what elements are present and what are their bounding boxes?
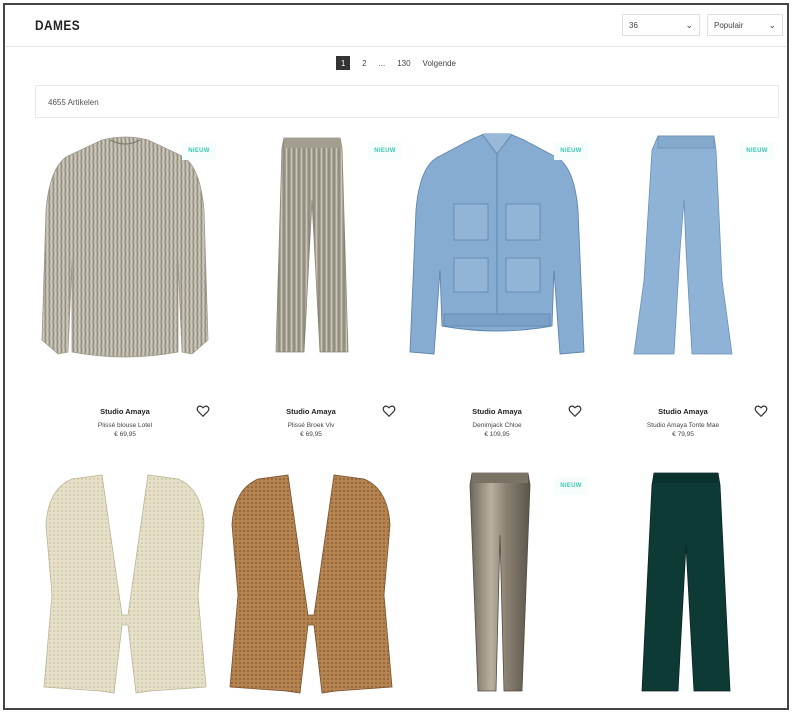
sort-select-value: Populair	[714, 21, 744, 30]
wishlist-heart-icon[interactable]	[196, 404, 210, 418]
product-image-metallic-trousers[interactable]	[404, 465, 590, 705]
product-image-green-trousers[interactable]	[590, 465, 776, 705]
chevron-down-icon: ⌄	[685, 20, 693, 30]
product-image-denim-jacket[interactable]	[404, 130, 590, 365]
wishlist-heart-icon[interactable]	[382, 404, 396, 418]
product-name[interactable]: Plissé blouse Lotel	[32, 422, 218, 429]
product-image-flared-trousers[interactable]	[590, 130, 776, 365]
product-price: € 69,95	[300, 431, 322, 438]
page-last-link[interactable]: 130	[397, 59, 410, 68]
new-badge: NIEUW	[182, 142, 216, 160]
wishlist-heart-icon[interactable]	[568, 404, 582, 418]
new-badge: NIEUW	[368, 142, 402, 160]
pagination: 1 2 ... 130 Volgende	[5, 53, 787, 73]
product-info: Studio Amaya Denimjack Chloe € 109,95	[404, 407, 590, 438]
page-frame: DAMES 36 ⌄ Populair ⌄ 1 2 ... 130 Volgen…	[3, 3, 789, 710]
product-image-blouse[interactable]	[32, 130, 218, 365]
product-price: € 79,95	[672, 431, 694, 438]
product-price: € 69,95	[114, 431, 136, 438]
size-select[interactable]: 36 ⌄	[622, 14, 700, 36]
product-info: Studio Amaya Studio Amaya Tonte Mae € 79…	[590, 407, 776, 438]
pagination-ellipsis: ...	[378, 58, 386, 68]
new-badge: NIEUW	[554, 477, 588, 495]
article-count-bar: 4655 Artikelen	[35, 85, 779, 118]
product-image-camel-vest[interactable]	[218, 465, 404, 705]
product-name[interactable]: Studio Amaya Tonte Mae	[590, 422, 776, 429]
next-page-link[interactable]: Volgende	[423, 59, 456, 68]
product-name[interactable]: Plissé Broek Viv	[218, 422, 404, 429]
product-name[interactable]: Denimjack Chloe	[404, 422, 590, 429]
product-price: € 109,95	[484, 431, 510, 438]
product-info: Studio Amaya Plissé blouse Lotel € 69,95	[32, 407, 218, 438]
wishlist-heart-icon[interactable]	[754, 404, 768, 418]
page-title: DAMES	[35, 17, 81, 33]
product-brand[interactable]: Studio Amaya	[404, 407, 590, 416]
page-1-button[interactable]: 1	[336, 56, 351, 70]
article-count: 4655 Artikelen	[48, 98, 99, 107]
new-badge: NIEUW	[554, 142, 588, 160]
product-brand[interactable]: Studio Amaya	[218, 407, 404, 416]
sort-select[interactable]: Populair ⌄	[707, 14, 783, 36]
product-image-trousers[interactable]	[218, 130, 404, 365]
product-brand[interactable]: Studio Amaya	[32, 407, 218, 416]
product-image-cream-vest[interactable]	[32, 465, 218, 705]
size-select-value: 36	[629, 21, 638, 30]
new-badge: NIEUW	[740, 142, 774, 160]
product-brand[interactable]: Studio Amaya	[590, 407, 776, 416]
category-header: DAMES 36 ⌄ Populair ⌄	[5, 5, 787, 47]
page-2-link[interactable]: 2	[362, 59, 366, 68]
chevron-down-icon: ⌄	[768, 20, 776, 30]
product-info: Studio Amaya Plissé Broek Viv € 69,95	[218, 407, 404, 438]
